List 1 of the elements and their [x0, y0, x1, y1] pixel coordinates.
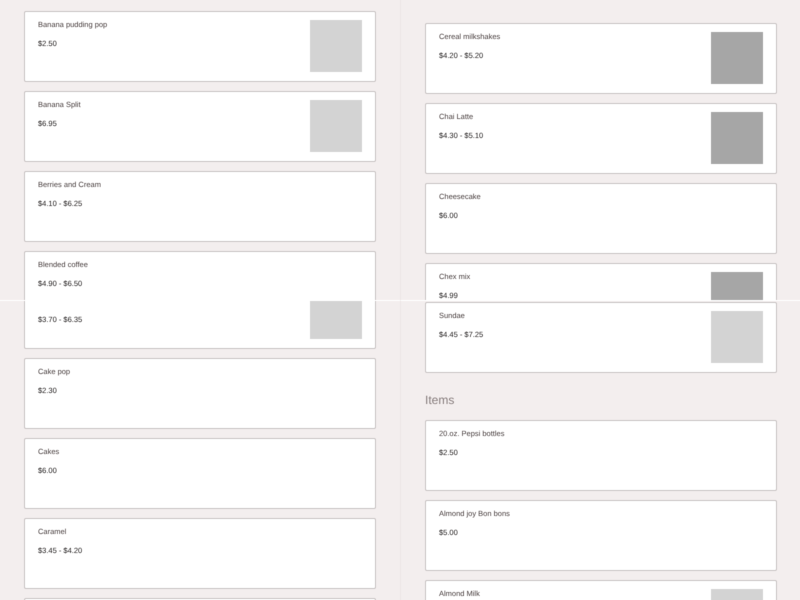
section-heading: Items [425, 392, 456, 408]
